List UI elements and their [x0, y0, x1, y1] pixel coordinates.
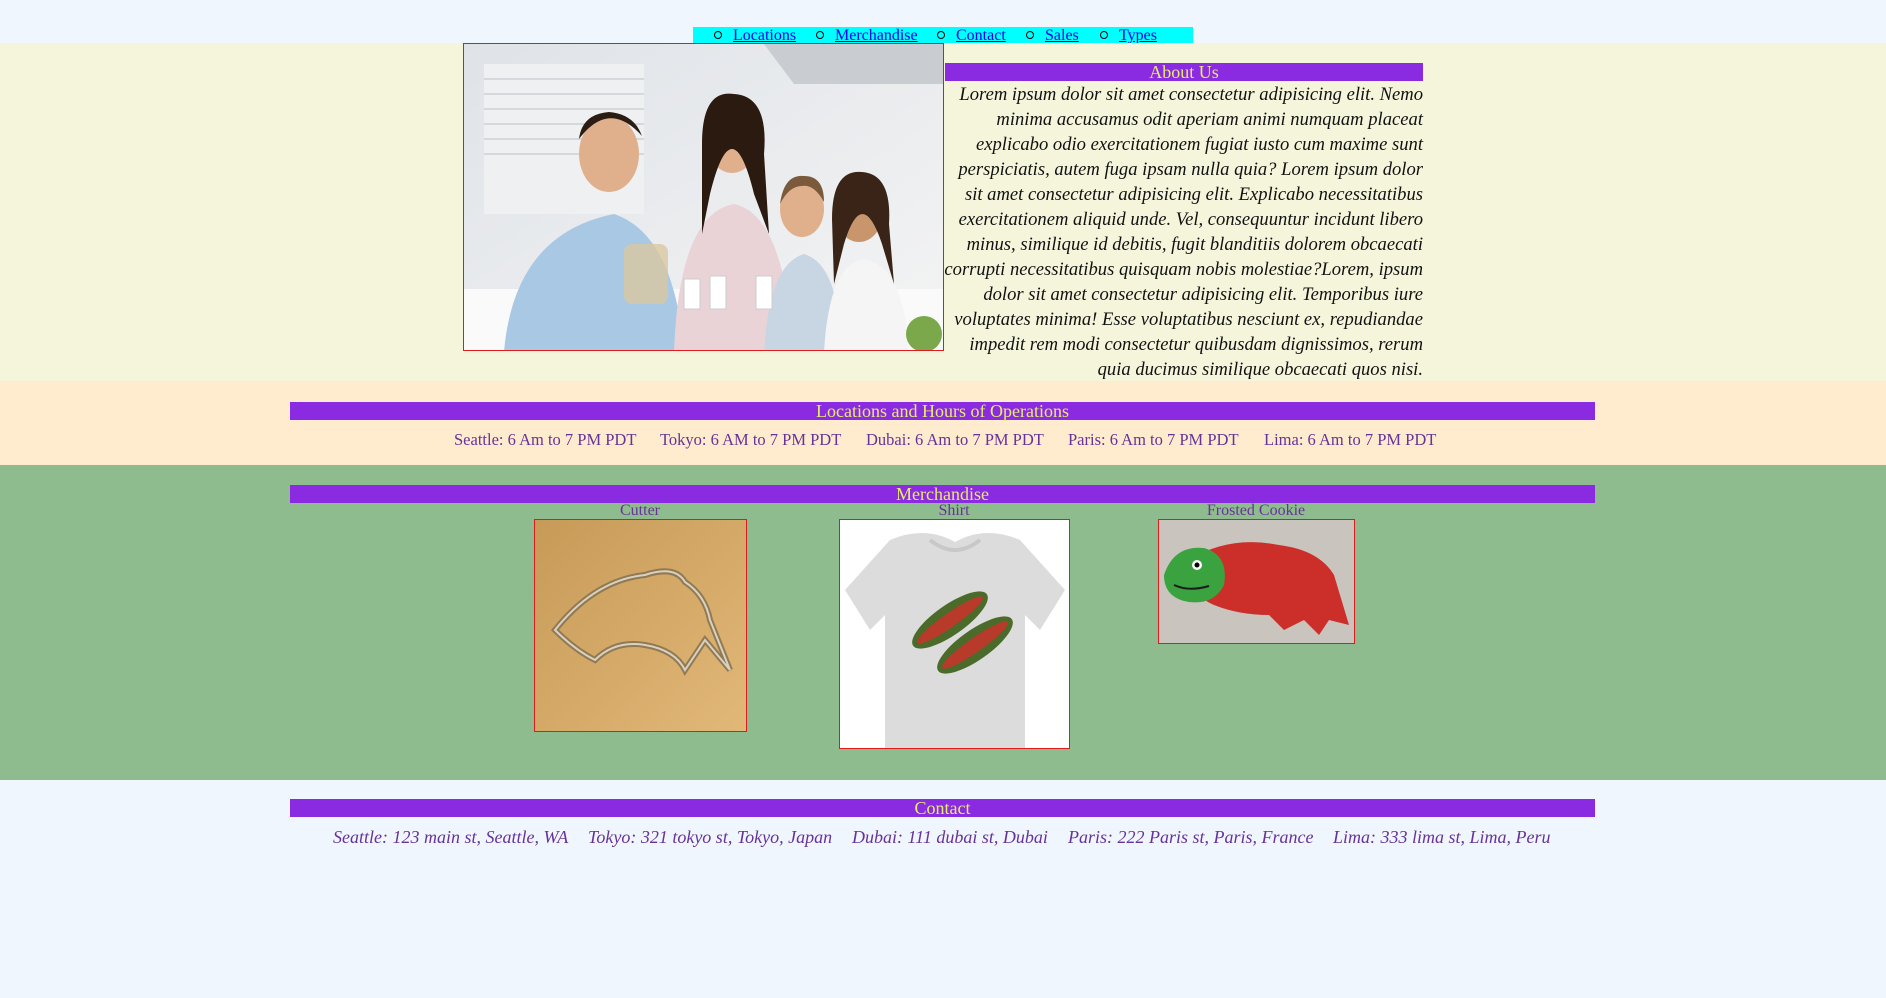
contact-address-seattle: Seattle: 123 main st, Seattle, WA	[333, 827, 569, 847]
locations-list: Seattle: 6 Am to 7 PM PDT Tokyo: 6 AM to…	[0, 430, 1886, 452]
circle-bullet-icon	[937, 31, 945, 40]
nav-link-sales[interactable]: Sales	[1045, 27, 1079, 44]
cutter-illustration	[535, 520, 746, 731]
nav-link-types[interactable]: Types	[1119, 27, 1157, 44]
location-hours-tokyo: Tokyo: 6 AM to 7 PM PDT	[660, 430, 842, 449]
contact-address-dubai: Dubai: 111 dubai st, Dubai	[852, 827, 1048, 847]
circle-bullet-icon	[714, 31, 722, 40]
nav-item-contact: Contact	[937, 27, 1006, 44]
nav-item-merchandise: Merchandise	[816, 27, 918, 44]
family-photo-illustration	[464, 44, 943, 350]
contact-address-paris: Paris: 222 Paris st, Paris, France	[1068, 827, 1314, 847]
merch-label-frosted-cookie: Frosted Cookie	[1206, 502, 1306, 519]
merch-label-cutter: Cutter	[620, 502, 660, 519]
family-kitchen-photo	[463, 43, 944, 351]
nav-link-locations[interactable]: Locations	[733, 27, 796, 44]
shirt-illustration	[840, 520, 1069, 748]
contact-title: Contact	[290, 799, 1595, 817]
circle-bullet-icon	[1026, 31, 1034, 40]
location-hours-lima: Lima: 6 Am to 7 PM PDT	[1264, 430, 1437, 449]
nav-item-types: Types	[1100, 27, 1157, 44]
nav-item-locations: Locations	[714, 27, 796, 44]
nav-link-merchandise[interactable]: Merchandise	[835, 27, 918, 44]
about-text: Lorem ipsum dolor sit amet consectetur a…	[944, 84, 1423, 380]
contact-list: Seattle: 123 main st, Seattle, WA Tokyo:…	[0, 827, 1886, 851]
location-hours-seattle: Seattle: 6 Am to 7 PM PDT	[454, 430, 637, 449]
contact-address-lima: Lima: 333 lima st, Lima, Peru	[1333, 827, 1551, 847]
shirt-image	[839, 519, 1070, 749]
contact-address-tokyo: Tokyo: 321 tokyo st, Tokyo, Japan	[588, 827, 833, 847]
circle-bullet-icon	[1100, 31, 1108, 40]
circle-bullet-icon	[816, 31, 824, 40]
locations-title: Locations and Hours of Operations	[290, 402, 1595, 420]
about-title: About Us	[945, 63, 1423, 81]
top-nav: Locations Merchandise Contact Sales Type…	[693, 27, 1193, 44]
locations-section	[0, 381, 1886, 465]
location-hours-paris: Paris: 6 Am to 7 PM PDT	[1068, 430, 1239, 449]
cookie-illustration	[1159, 520, 1354, 643]
frosted-cookie-image	[1158, 519, 1355, 644]
nav-link-contact[interactable]: Contact	[956, 27, 1006, 44]
cookie-cutter-image	[534, 519, 747, 732]
location-hours-dubai: Dubai: 6 Am to 7 PM PDT	[866, 430, 1044, 449]
merchandise-title: Merchandise	[290, 485, 1595, 503]
merch-label-shirt: Shirt	[938, 502, 970, 519]
nav-item-sales: Sales	[1026, 27, 1079, 44]
